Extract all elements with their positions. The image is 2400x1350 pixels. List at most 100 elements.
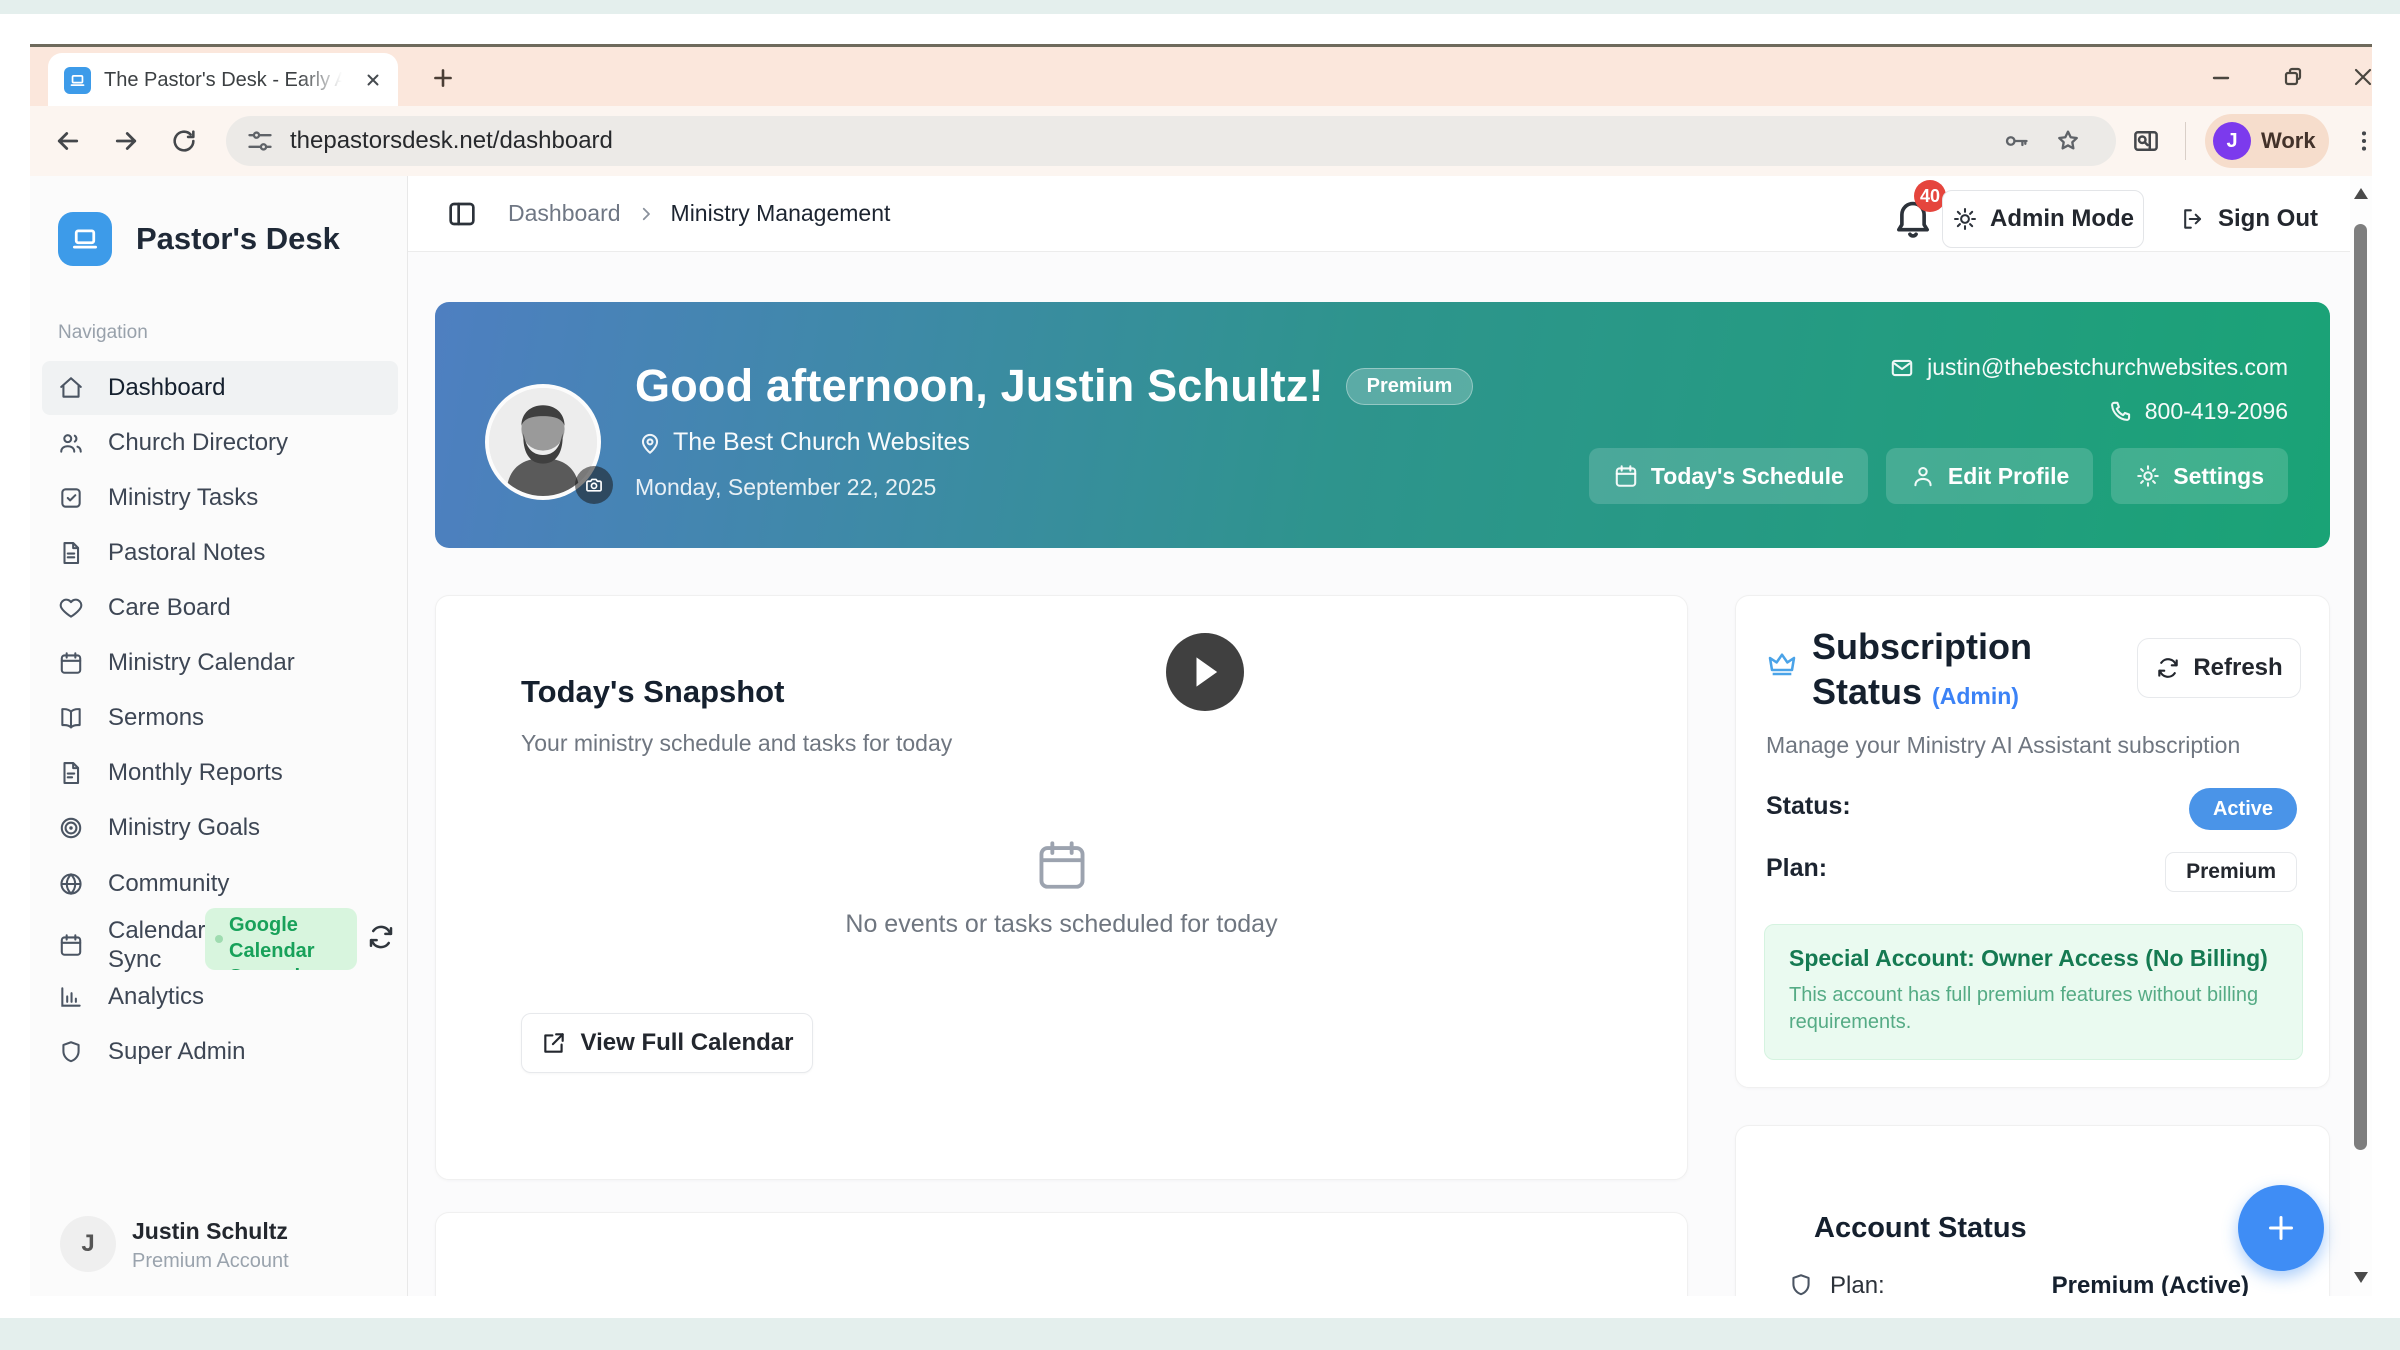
tune-icon[interactable] <box>246 127 274 155</box>
plan-label: Plan: <box>1766 854 1827 883</box>
mail-icon <box>1889 355 1915 381</box>
sidebar-item-pastoral-notes[interactable]: Pastoral Notes <box>42 526 398 580</box>
edit-profile-button[interactable]: Edit Profile <box>1886 448 2093 504</box>
browser-tab[interactable]: The Pastor's Desk - Early Acces <box>48 53 398 106</box>
app-root: Pastor's Desk Navigation Dashboard Churc… <box>30 176 2372 1296</box>
scroll-up-arrow-icon[interactable] <box>2354 188 2368 199</box>
sidebar-item-ministry-tasks[interactable]: Ministry Tasks <box>42 471 398 525</box>
new-tab-icon[interactable] <box>428 63 458 93</box>
organization-name: The Best Church Websites <box>673 428 970 457</box>
password-key-icon[interactable] <box>2002 127 2030 155</box>
gear-icon <box>1952 206 1978 232</box>
email-row: justin@thebestchurchwebsites.com <box>1889 354 2288 381</box>
sign-out-label: Sign Out <box>2218 205 2318 233</box>
sidebar-item-super-admin[interactable]: Super Admin <box>42 1025 398 1079</box>
tab-title: The Pastor's Desk - Early Acces <box>104 69 342 92</box>
report-icon <box>58 760 84 786</box>
bookmark-star-icon[interactable] <box>2054 127 2082 155</box>
sidebar-item-analytics[interactable]: Analytics <box>42 970 398 1024</box>
browser-menu-dots-icon[interactable] <box>2348 125 2380 157</box>
sidebar-item-label: Church Directory <box>108 429 288 457</box>
phone-text: 800-419-2096 <box>2145 398 2288 425</box>
url-bar[interactable]: thepastorsdesk.net/dashboard <box>226 116 2116 166</box>
status-active-badge: Active <box>2189 788 2297 830</box>
sidebar: Pastor's Desk Navigation Dashboard Churc… <box>30 176 408 1296</box>
subscription-status-card: Subscription Status (Admin) Refresh Mana… <box>1735 595 2330 1088</box>
settings-label: Settings <box>2173 463 2264 490</box>
screen: The Pastor's Desk - Early Acces <box>0 0 2400 1350</box>
admin-mode-button[interactable]: Admin Mode <box>1942 190 2144 248</box>
plus-icon <box>2263 1210 2299 1246</box>
sidebar-item-sermons[interactable]: Sermons <box>42 691 398 745</box>
sidebar-item-label: Care Board <box>108 594 231 622</box>
user-avatar: J <box>60 1216 116 1272</box>
brand-laptop-icon <box>58 212 112 266</box>
sidebar-item-monthly-reports[interactable]: Monthly Reports <box>42 746 398 800</box>
sidebar-item-label: Super Admin <box>108 1038 245 1066</box>
premium-badge: Premium <box>1346 368 1474 405</box>
greeting-row: Good afternoon, Justin Schultz! Premium <box>635 360 1473 412</box>
user-subtitle: Premium Account <box>132 1250 289 1273</box>
browser-window: The Pastor's Desk - Early Acces <box>30 44 2372 1296</box>
app-header: Dashboard Ministry Management 40 Admin M… <box>408 176 2372 252</box>
scrollbar-thumb[interactable] <box>2354 224 2367 1150</box>
url-text[interactable]: thepastorsdesk.net/dashboard <box>290 127 613 155</box>
special-account-notice: Special Account: Owner Access (No Billin… <box>1764 924 2303 1060</box>
back-icon[interactable] <box>52 125 84 157</box>
browser-toolbar: thepastorsdesk.net/dashboard J Work <box>30 106 2372 176</box>
sidebar-toggle-icon[interactable] <box>446 198 478 230</box>
sidebar-item-church-directory[interactable]: Church Directory <box>42 416 398 470</box>
empty-state-message: No events or tasks scheduled for today <box>436 910 1687 939</box>
phone-row: 800-419-2096 <box>2107 398 2288 425</box>
chevron-right-icon <box>637 205 655 223</box>
tab-close-icon[interactable] <box>360 67 386 93</box>
sidebar-item-label: Ministry Calendar <box>108 649 295 677</box>
profile-label: Work <box>2261 128 2316 154</box>
target-icon <box>58 815 84 841</box>
add-fab-button[interactable] <box>2238 1185 2324 1271</box>
todays-schedule-button[interactable]: Today's Schedule <box>1589 448 1868 504</box>
reload-icon[interactable] <box>168 125 200 157</box>
forward-icon[interactable] <box>110 125 142 157</box>
sync-refresh-icon[interactable] <box>366 922 396 952</box>
banner-buttons: Today's Schedule Edit Profile Settings <box>1589 448 2288 504</box>
browser-profile-chip[interactable]: J Work <box>2205 114 2329 168</box>
home-icon <box>58 375 84 401</box>
view-full-calendar-label: View Full Calendar <box>581 1029 794 1057</box>
greeting-banner: Good afternoon, Justin Schultz! Premium … <box>435 302 2330 548</box>
todays-snapshot-card: Today's Snapshot Your ministry schedule … <box>435 595 1688 1180</box>
sign-out-button[interactable]: Sign Out <box>2174 190 2324 248</box>
settings-button[interactable]: Settings <box>2111 448 2288 504</box>
breadcrumb-parent[interactable]: Dashboard <box>508 200 621 227</box>
shield-icon <box>1788 1272 1814 1296</box>
account-status-title: Account Status <box>1814 1212 2027 1245</box>
sidebar-item-ministry-calendar[interactable]: Ministry Calendar <box>42 636 398 690</box>
scroll-down-arrow-icon[interactable] <box>2354 1272 2368 1283</box>
snapshot-title: Today's Snapshot <box>521 674 784 710</box>
todays-schedule-label: Today's Schedule <box>1651 463 1844 490</box>
crown-icon <box>1766 648 1798 680</box>
account-plan-label: Plan: <box>1830 1272 1885 1296</box>
refresh-button[interactable]: Refresh <box>2137 638 2301 698</box>
sidebar-item-community[interactable]: Community <box>42 857 398 911</box>
book-open-icon <box>58 705 84 731</box>
sidebar-item-care-board[interactable]: Care Board <box>42 581 398 635</box>
sidebar-item-label: Analytics <box>108 983 204 1011</box>
log-out-icon <box>2180 206 2206 232</box>
shield-icon <box>58 1039 84 1065</box>
sidebar-item-ministry-goals[interactable]: Ministry Goals <box>42 801 398 855</box>
calendar-icon <box>1613 463 1639 489</box>
page-scrollbar[interactable] <box>2350 176 2372 1296</box>
window-minimize-icon[interactable] <box>2204 61 2238 93</box>
view-full-calendar-button[interactable]: View Full Calendar <box>521 1013 813 1073</box>
note-icon <box>58 540 84 566</box>
desktop-strip-top <box>0 0 2400 14</box>
side-panel-search-icon[interactable] <box>2130 125 2162 157</box>
sidebar-user[interactable]: J Justin Schultz Premium Account <box>30 1206 408 1296</box>
sidebar-item-dashboard[interactable]: Dashboard <box>42 361 398 415</box>
camera-icon[interactable] <box>575 466 613 504</box>
breadcrumb: Dashboard Ministry Management <box>508 200 890 227</box>
video-play-button[interactable] <box>1166 633 1244 711</box>
window-restore-icon[interactable] <box>2276 61 2310 93</box>
window-close-icon[interactable] <box>2346 61 2380 93</box>
